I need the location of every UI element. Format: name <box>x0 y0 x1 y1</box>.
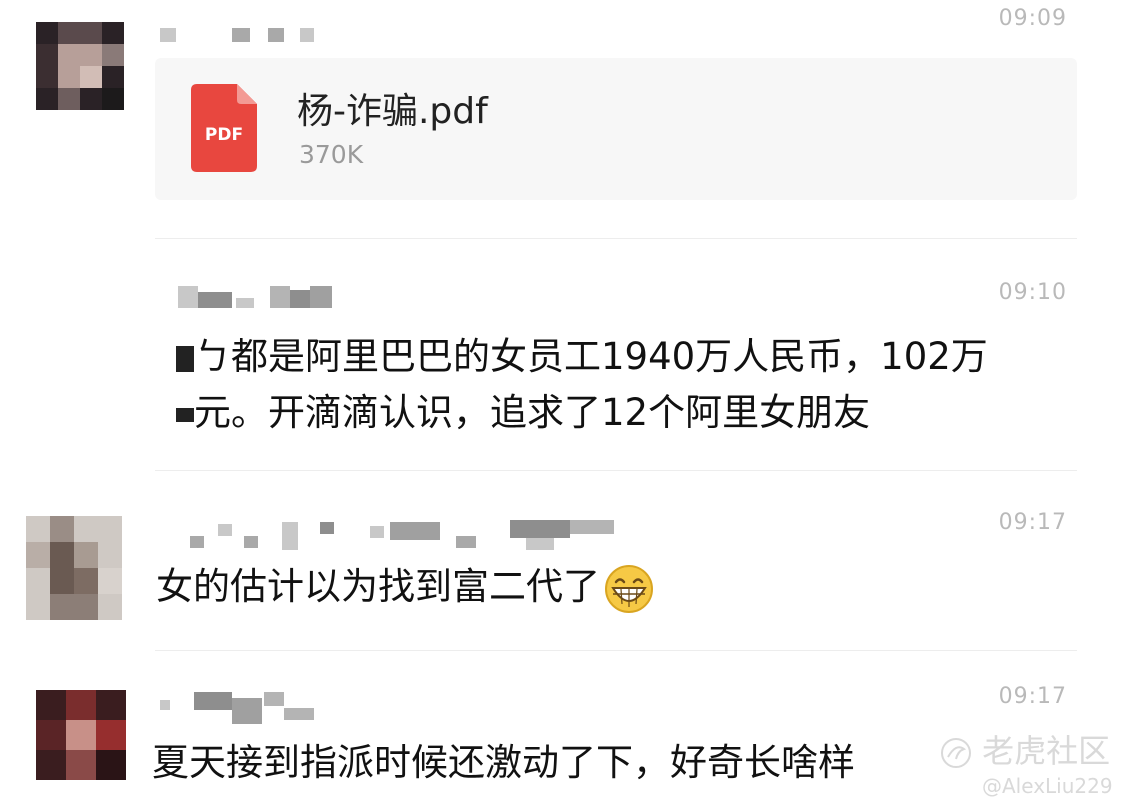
file-name: 杨-诈骗.pdf <box>297 91 488 132</box>
pdf-icon: PDF <box>191 84 257 172</box>
grinning-face-emoji <box>605 564 653 613</box>
divider <box>155 650 1077 651</box>
message-text-line: ㄅ都是阿里巴巴的女员工1940万人民币，102万 <box>176 326 988 388</box>
redaction-mark <box>176 407 194 422</box>
divider <box>155 470 1077 471</box>
file-size: 370K <box>299 140 364 169</box>
message-time: 09:10 <box>998 280 1067 305</box>
avatar[interactable] <box>26 516 122 620</box>
watermark-handle: @AlexLiu229 <box>982 774 1113 798</box>
avatar[interactable] <box>36 22 124 110</box>
file-attachment-card[interactable]: PDF 杨-诈骗.pdf 370K <box>155 58 1077 200</box>
redaction-mark <box>176 345 194 372</box>
message-text: 女的估计以为找到富二代了 <box>156 556 654 618</box>
message-time: 09:17 <box>998 510 1067 535</box>
pdf-icon-label: PDF <box>205 125 243 145</box>
tiger-logo-icon <box>941 738 971 768</box>
watermark: 老虎社区 <box>940 726 1110 772</box>
message-text-line: 元。开滴滴认识，追求了12个阿里女朋友 <box>176 382 870 444</box>
divider <box>155 238 1077 239</box>
avatar[interactable] <box>36 690 126 780</box>
message-time: 09:17 <box>998 684 1067 709</box>
watermark-brand: 老虎社区 <box>982 732 1111 770</box>
message-text: 夏天接到指派时候还激动了下，好奇长啥样 <box>152 741 855 784</box>
message-time: 09:09 <box>998 6 1067 31</box>
